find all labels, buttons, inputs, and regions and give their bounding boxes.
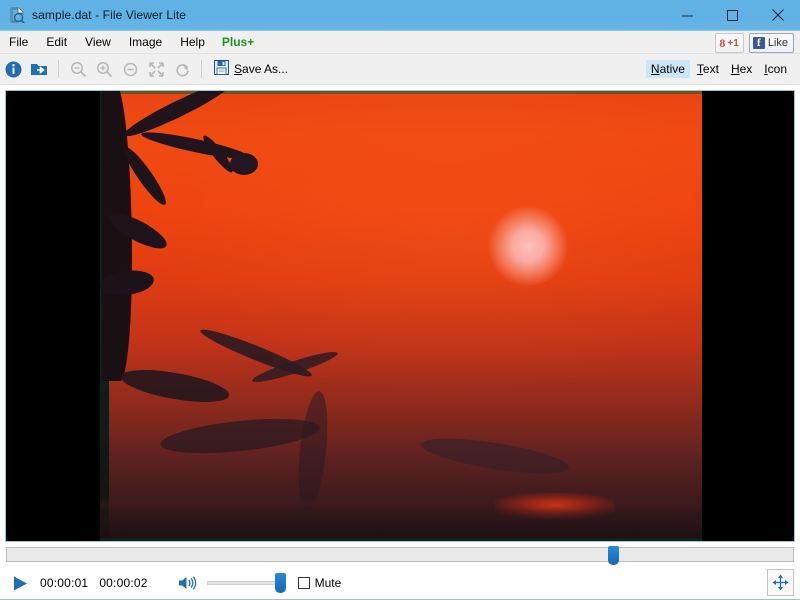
- menu-item-edit[interactable]: Edit: [37, 31, 76, 53]
- tab-native-accel: N: [650, 62, 660, 76]
- toolbar-separator-2: [201, 60, 202, 78]
- zoom-reset-icon[interactable]: [117, 57, 143, 81]
- tab-icon[interactable]: Icon: [759, 60, 792, 78]
- fit-screen-icon[interactable]: [143, 57, 169, 81]
- tab-hex-accel: H: [730, 62, 740, 76]
- minimize-button[interactable]: [665, 0, 710, 30]
- facebook-like-label: Like: [767, 37, 788, 49]
- file-viewer-window: sample.dat - File Viewer Lite File Edit …: [0, 0, 800, 600]
- save-as-accel: S: [234, 62, 243, 76]
- menu-item-help[interactable]: Help: [171, 31, 214, 53]
- info-icon[interactable]: [0, 57, 26, 81]
- menu-item-view[interactable]: View: [76, 31, 120, 53]
- window-title: sample.dat - File Viewer Lite: [32, 8, 187, 22]
- window-controls: [665, 0, 800, 30]
- zoom-out-icon[interactable]: [65, 57, 91, 81]
- play-button[interactable]: [6, 570, 34, 596]
- title-bar: sample.dat - File Viewer Lite: [0, 0, 800, 31]
- seek-bar-area: [0, 542, 800, 566]
- tab-text-rest: ext: [702, 62, 719, 76]
- menu-item-image[interactable]: Image: [120, 31, 171, 53]
- save-as-button[interactable]: Save As...: [208, 57, 294, 81]
- rotate-icon[interactable]: [169, 57, 195, 81]
- total-time: 00:00:02: [99, 576, 148, 590]
- close-button[interactable]: [755, 0, 800, 30]
- volume-slider[interactable]: [206, 573, 286, 593]
- social-buttons: 8 +1 f Like: [715, 33, 794, 53]
- tab-text[interactable]: Text: [692, 60, 724, 78]
- video-surface[interactable]: [5, 90, 795, 542]
- toolbar-separator: [58, 60, 59, 78]
- tab-native[interactable]: Native: [645, 60, 690, 78]
- viewer-area: [0, 85, 800, 542]
- menu-bar: File Edit View Image Help Plus+ 8 +1 f L…: [0, 31, 800, 54]
- player-controls: 00:00:01 00:00:02 Mute: [0, 566, 800, 600]
- video-frame-image: [100, 91, 702, 541]
- tab-icon-rest: con: [767, 62, 787, 76]
- google-plus-one-button[interactable]: 8 +1: [715, 33, 744, 53]
- volume-slider-thumb[interactable]: [274, 573, 286, 593]
- google-plus-icon: 8: [719, 35, 726, 50]
- seek-slider-thumb[interactable]: [608, 546, 620, 565]
- save-as-rest: ave As...: [242, 62, 289, 76]
- save-icon: [214, 60, 229, 78]
- frame-bottom-strip: [100, 538, 702, 541]
- facebook-like-button[interactable]: f Like: [748, 33, 794, 53]
- frame-bottom-band: [100, 501, 702, 541]
- atmospheric-haze: [100, 91, 702, 541]
- menu-item-plus[interactable]: Plus+: [214, 31, 263, 53]
- mute-label: Mute: [314, 576, 342, 590]
- tab-native-rest: ative: [659, 62, 685, 76]
- branch-silhouette: [230, 153, 258, 175]
- save-as-label: Save As...: [234, 62, 288, 76]
- zoom-in-icon[interactable]: [91, 57, 117, 81]
- google-plus-one-count: +1: [727, 37, 739, 49]
- open-with-icon[interactable]: [26, 57, 52, 81]
- mute-checkbox[interactable]: Mute: [297, 576, 342, 590]
- menu-item-file[interactable]: File: [0, 31, 37, 53]
- mute-checkbox-box[interactable]: [297, 577, 310, 589]
- tab-hex-rest: ex: [739, 62, 753, 76]
- facebook-icon: f: [752, 37, 765, 49]
- fullscreen-button[interactable]: [767, 569, 794, 596]
- current-time: 00:00:01: [40, 576, 89, 590]
- speaker-icon[interactable]: [178, 575, 198, 591]
- document-viewer-icon: [9, 7, 25, 24]
- tab-hex[interactable]: Hex: [726, 60, 757, 78]
- seek-slider[interactable]: [6, 546, 794, 565]
- toolbar: Save As... Native Text Hex Icon: [0, 54, 800, 85]
- maximize-button[interactable]: [710, 0, 755, 30]
- view-mode-tabs: Native Text Hex Icon: [645, 54, 792, 84]
